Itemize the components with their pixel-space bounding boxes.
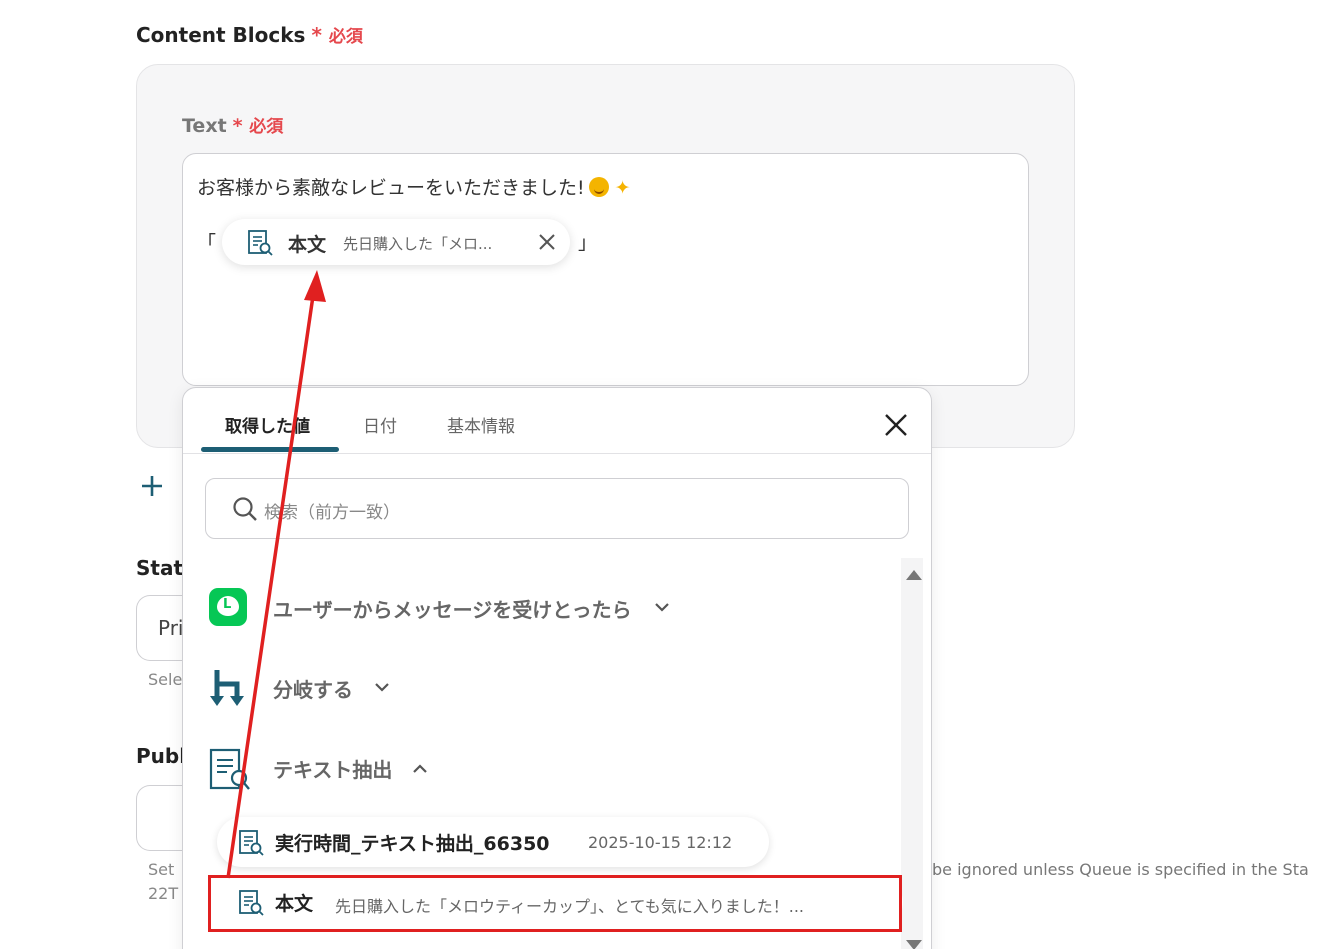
group-label: 分岐する [273, 678, 353, 702]
variable-picker-panel: 取得した値 日付 基本情報 検索（前方一致） L ユーザーからメッセージを受けと… [182, 387, 932, 949]
search-input[interactable]: 検索（前方一致） [205, 478, 909, 539]
item-name: 実行時間_テキスト抽出_66350 [275, 833, 550, 855]
variable-chip[interactable]: 本文 先日購入した「メロ... [222, 219, 570, 265]
document-search-icon [246, 229, 274, 261]
group-text-extract[interactable]: テキスト抽出 [209, 748, 449, 792]
scrollbar[interactable] [901, 558, 923, 949]
status-help-text: Sele [148, 670, 183, 689]
publish-label: Publ [136, 744, 187, 768]
annotation-highlight-box [208, 875, 902, 932]
tab-acquired-values[interactable]: 取得した値 [225, 412, 310, 437]
bracket-close: 」 [578, 232, 598, 254]
text-line-1: お客様から素敵なレビューをいただきました! ✦ [197, 173, 631, 200]
publish-help-text: Set [148, 860, 175, 879]
scroll-up-arrow-icon[interactable] [906, 570, 922, 580]
text-line-1-content: お客様から素敵なレビューをいただきました! [197, 177, 585, 199]
chip-name: 本文 [288, 234, 327, 256]
search-placeholder: 検索（前方一致） [264, 503, 400, 523]
close-icon[interactable] [536, 231, 558, 257]
active-tab-indicator [201, 447, 339, 452]
tab-divider [183, 453, 931, 454]
status-label: Stat [136, 556, 184, 580]
chip-value: 先日購入した「メロ... [343, 235, 493, 253]
list-item[interactable]: 実行時間_テキスト抽出_66350 2025-10-15 12:12 [217, 817, 769, 867]
chevron-down-icon [653, 598, 671, 620]
publish-help-text-2: 22T [148, 884, 179, 903]
document-search-icon [209, 748, 251, 796]
required-star: * [311, 23, 322, 47]
sparkle-emoji-icon: ✦ [614, 177, 631, 199]
plus-icon[interactable] [140, 474, 164, 502]
item-value: 2025-10-15 12:12 [588, 833, 733, 852]
scroll-down-arrow-icon[interactable] [906, 940, 922, 949]
tab-date[interactable]: 日付 [363, 412, 397, 437]
group-branch[interactable]: 分岐する [209, 668, 409, 710]
publish-help-text-right: be ignored unless Queue is specified in … [932, 860, 1309, 879]
close-icon[interactable] [883, 412, 909, 442]
branch-icon [209, 668, 249, 714]
chevron-up-icon [411, 760, 429, 782]
tab-basic-info[interactable]: 基本情報 [447, 412, 515, 437]
required-star: * [232, 115, 243, 137]
text-field-label: Text * 必須 [182, 112, 283, 137]
group-label: ユーザーからメッセージを受けとったら [273, 598, 632, 622]
text-field-title: Text [182, 115, 227, 137]
content-blocks-title: Content Blocks [136, 23, 306, 47]
search-icon [232, 496, 258, 526]
group-label: テキスト抽出 [273, 758, 393, 782]
content-blocks-label: Content Blocks * 必須 [136, 22, 363, 47]
required-badge: 必須 [249, 117, 284, 137]
status-value: Pri [158, 616, 184, 640]
chevron-down-icon [373, 678, 391, 700]
smile-emoji-icon [588, 177, 609, 197]
required-badge: 必須 [328, 27, 363, 47]
bracket-open: 「 [197, 232, 217, 254]
document-search-icon [237, 829, 265, 861]
group-line-trigger[interactable]: L ユーザーからメッセージを受けとったら [209, 588, 689, 628]
line-app-icon: L [209, 588, 247, 626]
